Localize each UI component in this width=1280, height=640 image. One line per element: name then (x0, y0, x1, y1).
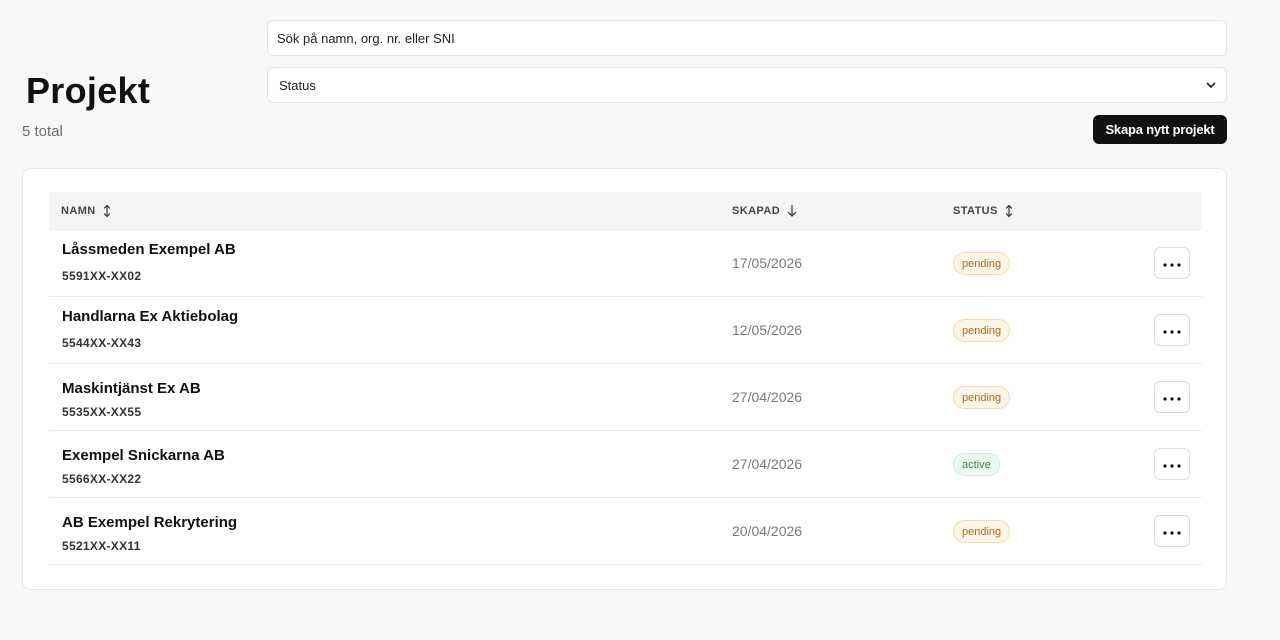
row-actions-button[interactable] (1154, 381, 1190, 413)
column-header-status-label: STATUS (953, 205, 998, 217)
sort-both-icon (103, 204, 111, 218)
chevron-down-icon (1204, 78, 1218, 92)
created-date: 17/05/2026 (732, 255, 803, 271)
project-name[interactable]: AB Exempel Rekrytering (62, 514, 237, 531)
table-row[interactable]: Låssmeden Exempel AB 5591XX-XX02 17/05/2… (49, 230, 1202, 297)
row-actions-button[interactable] (1154, 448, 1190, 480)
sort-descending-icon (787, 204, 797, 218)
project-name[interactable]: Maskintjänst Ex AB (62, 380, 201, 397)
column-header-created[interactable]: SKAPAD (732, 192, 797, 230)
org-number: 5591XX-XX02 (62, 269, 142, 283)
sort-both-icon (1005, 204, 1013, 218)
column-header-name[interactable]: NAMN (61, 192, 111, 230)
row-actions-button[interactable] (1154, 247, 1190, 279)
org-number: 5566XX-XX22 (62, 472, 142, 486)
table-row[interactable]: Maskintjänst Ex AB 5535XX-XX55 27/04/202… (49, 364, 1202, 431)
table-row[interactable]: AB Exempel Rekrytering 5521XX-XX11 20/04… (49, 498, 1202, 565)
more-horizontal-icon (1163, 455, 1181, 473)
table-row[interactable]: Exempel Snickarna AB 5566XX-XX22 27/04/2… (49, 431, 1202, 498)
table-header: NAMN SKAPAD STATUS (49, 192, 1202, 230)
status-badge: pending (953, 319, 1011, 342)
more-horizontal-icon (1163, 522, 1181, 540)
more-horizontal-icon (1163, 321, 1181, 339)
created-date: 20/04/2026 (732, 523, 803, 539)
project-count: 5 total (22, 123, 63, 140)
org-number: 5544XX-XX43 (62, 336, 142, 350)
created-date: 27/04/2026 (732, 456, 803, 472)
column-header-created-label: SKAPAD (732, 205, 781, 217)
table-row[interactable]: Handlarna Ex Aktiebolag 5544XX-XX43 12/0… (49, 297, 1202, 364)
project-name[interactable]: Exempel Snickarna AB (62, 447, 225, 464)
project-name[interactable]: Handlarna Ex Aktiebolag (62, 308, 238, 325)
created-date: 27/04/2026 (732, 389, 803, 405)
projects-table: NAMN SKAPAD STATUS Låssmeden Exempel AB … (49, 192, 1202, 565)
status-badge: pending (953, 252, 1011, 275)
status-badge: active (953, 453, 1000, 476)
projects-page: Projekt 5 total Status Skapa nytt projek… (0, 0, 1280, 640)
projects-card: NAMN SKAPAD STATUS Låssmeden Exempel AB … (22, 168, 1227, 590)
column-header-name-label: NAMN (61, 205, 96, 217)
column-header-status[interactable]: STATUS (953, 192, 1013, 230)
org-number: 5535XX-XX55 (62, 405, 142, 419)
page-title: Projekt (26, 70, 151, 111)
project-name[interactable]: Låssmeden Exempel AB (62, 241, 236, 258)
more-horizontal-icon (1163, 388, 1181, 406)
status-badge: pending (953, 520, 1011, 543)
status-badge: pending (953, 386, 1011, 409)
row-actions-button[interactable] (1154, 515, 1190, 547)
status-filter-value: Status (279, 77, 316, 93)
org-number: 5521XX-XX11 (62, 539, 141, 553)
search-input[interactable] (267, 20, 1227, 56)
status-filter-select[interactable]: Status (267, 67, 1227, 103)
row-actions-button[interactable] (1154, 314, 1190, 346)
create-project-button[interactable]: Skapa nytt projekt (1093, 115, 1227, 144)
more-horizontal-icon (1163, 254, 1181, 272)
created-date: 12/05/2026 (732, 322, 803, 338)
